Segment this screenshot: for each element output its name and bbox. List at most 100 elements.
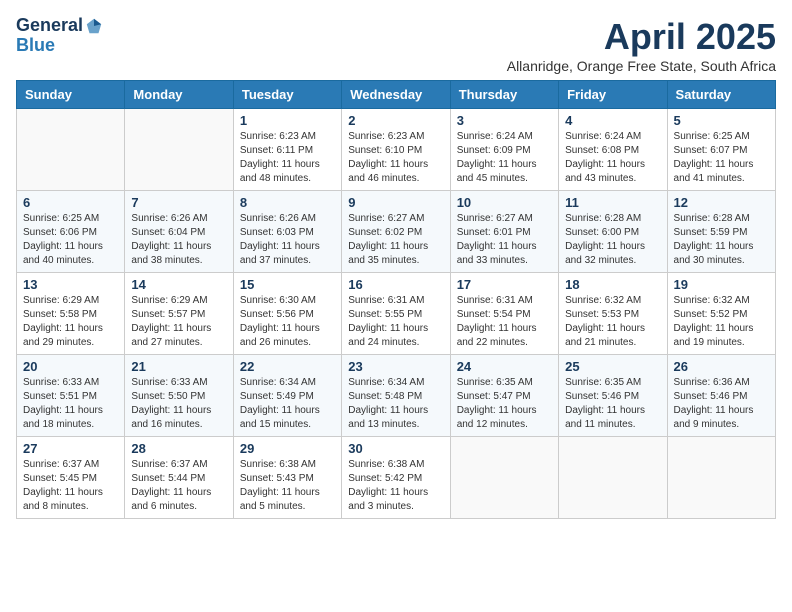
calendar-cell: 12Sunrise: 6:28 AMSunset: 5:59 PMDayligh… — [667, 191, 775, 273]
calendar-cell — [450, 437, 558, 519]
day-number: 2 — [348, 113, 443, 128]
day-number: 24 — [457, 359, 552, 374]
day-number: 11 — [565, 195, 660, 210]
day-info-line: Sunset: 6:02 PM — [348, 227, 422, 238]
calendar-cell: 20 Sunrise: 6:33 AMSunset: 5:51 PMDayligh… — [17, 355, 125, 437]
logo-icon — [85, 17, 103, 35]
day-number: 16 — [348, 277, 443, 292]
day-info-line: Sunset: 5:56 PM — [240, 309, 314, 320]
day-info: Sunrise: 6:28 AMSunset: 6:00 PMDaylight:… — [565, 212, 660, 268]
day-info-line: Daylight: 11 hours and 8 minutes. — [23, 487, 103, 512]
day-info-line: Daylight: 11 hours and 40 minutes. — [23, 241, 103, 266]
header-thursday: Thursday — [450, 81, 558, 109]
day-number: 25 — [565, 359, 660, 374]
logo-text: General — [16, 16, 83, 36]
day-info-line: Sunset: 5:45 PM — [23, 473, 97, 484]
day-info: Sunrise: 6:24 AM Sunset: 6:09 PM Daylight:… — [457, 130, 552, 186]
calendar-cell: 5 Sunrise: 6:25 AMSunset: 6:07 PMDaylight… — [667, 109, 775, 191]
day-info: Sunrise: 6:29 AMSunset: 5:58 PMDaylight:… — [23, 294, 118, 350]
calendar-cell: 17Sunrise: 6:31 AMSunset: 5:54 PMDayligh… — [450, 273, 558, 355]
day-info-line: Sunset: 5:55 PM — [348, 309, 422, 320]
day-number: 14 — [131, 277, 226, 292]
day-info-line: Sunrise: 6:24 AM — [457, 131, 533, 142]
day-number: 17 — [457, 277, 552, 292]
day-info-line: Daylight: 11 hours and 45 minutes. — [457, 159, 537, 184]
day-info-line: Daylight: 11 hours and 46 minutes. — [348, 159, 428, 184]
day-info-line: Sunrise: 6:36 AM — [674, 377, 750, 388]
day-info-line: Sunrise: 6:34 AM — [240, 377, 316, 388]
day-number: 7 — [131, 195, 226, 210]
header-monday: Monday — [125, 81, 233, 109]
day-info-line: Sunrise: 6:24 AM — [565, 131, 641, 142]
calendar-cell: 14Sunrise: 6:29 AMSunset: 5:57 PMDayligh… — [125, 273, 233, 355]
calendar-cell: 30Sunrise: 6:38 AMSunset: 5:42 PMDayligh… — [342, 437, 450, 519]
day-info-line: Sunrise: 6:28 AM — [674, 213, 750, 224]
calendar-cell: 7Sunrise: 6:26 AMSunset: 6:04 PMDaylight… — [125, 191, 233, 273]
day-info: Sunrise: 6:38 AMSunset: 5:43 PMDaylight:… — [240, 458, 335, 514]
logo: General Blue — [16, 16, 103, 56]
day-number: 8 — [240, 195, 335, 210]
day-info-line: Daylight: 11 hours and 27 minutes. — [131, 323, 211, 348]
calendar-cell: 9Sunrise: 6:27 AMSunset: 6:02 PMDaylight… — [342, 191, 450, 273]
day-info-line: Daylight: 11 hours and 26 minutes. — [240, 323, 320, 348]
day-info-line: Sunrise: 6:31 AM — [348, 295, 424, 306]
day-info-line: Sunset: 5:44 PM — [131, 473, 205, 484]
day-info-line: Daylight: 11 hours and 3 minutes. — [348, 487, 428, 512]
day-number: 5 — [674, 113, 769, 128]
page-header: General Blue April 2025 Allanridge, Oran… — [16, 16, 776, 74]
calendar-cell: 1Sunrise: 6:23 AMSunset: 6:11 PMDaylight… — [233, 109, 341, 191]
day-info-line: Daylight: 11 hours and 11 minutes. — [565, 405, 645, 430]
calendar-week-5: 27Sunrise: 6:37 AMSunset: 5:45 PMDayligh… — [17, 437, 776, 519]
day-info-line: Sunrise: 6:23 AM — [240, 131, 316, 142]
calendar-week-3: 13Sunrise: 6:29 AMSunset: 5:58 PMDayligh… — [17, 273, 776, 355]
day-number: 10 — [457, 195, 552, 210]
day-info: Sunrise: 6:37 AM Sunset: 5:45 PM Daylight:… — [23, 458, 118, 514]
day-info: Sunrise: 6:34 AMSunset: 5:48 PMDaylight:… — [348, 376, 443, 432]
day-info-line: Sunset: 5:46 PM — [674, 391, 748, 402]
day-info: Sunrise: 6:37 AMSunset: 5:44 PMDaylight:… — [131, 458, 226, 514]
day-info: Sunrise: 6:25 AMSunset: 6:07 PMDaylight:… — [674, 130, 769, 186]
day-info-line: Sunset: 6:09 PM — [457, 145, 531, 156]
day-info: Sunrise: 6:32 AMSunset: 5:53 PMDaylight:… — [565, 294, 660, 350]
calendar-cell: 10Sunrise: 6:27 AMSunset: 6:01 PMDayligh… — [450, 191, 558, 273]
day-info: Sunrise: 6:33 AMSunset: 5:51 PMDaylight:… — [23, 376, 118, 432]
day-info-line: Daylight: 11 hours and 22 minutes. — [457, 323, 537, 348]
day-info-line: Daylight: 11 hours and 19 minutes. — [674, 323, 754, 348]
calendar-cell: 6Sunrise: 6:25 AMSunset: 6:06 PMDaylight… — [17, 191, 125, 273]
day-info-line: Sunset: 5:49 PM — [240, 391, 314, 402]
day-info-line: Sunrise: 6:34 AM — [348, 377, 424, 388]
day-info: Sunrise: 6:31 AMSunset: 5:55 PMDaylight:… — [348, 294, 443, 350]
day-info-line: Daylight: 11 hours and 6 minutes. — [131, 487, 211, 512]
calendar-table: Sunday Monday Tuesday Wednesday Thursday… — [16, 80, 776, 519]
header-tuesday: Tuesday — [233, 81, 341, 109]
day-info-line: Sunset: 6:06 PM — [23, 227, 97, 238]
calendar-cell: 29 Sunrise: 6:38 AMSunset: 5:43 PMDayligh… — [233, 437, 341, 519]
day-number: 23 — [348, 359, 443, 374]
header-saturday: Saturday — [667, 81, 775, 109]
calendar-cell: 26Sunrise: 6:36 AMSunset: 5:46 PMDayligh… — [667, 355, 775, 437]
day-number: 29 — [240, 441, 335, 456]
day-info-line: Daylight: 11 hours and 32 minutes. — [565, 241, 645, 266]
day-info: Sunrise: 6:23 AMSunset: 6:10 PMDaylight:… — [348, 130, 443, 186]
day-info-line: Sunrise: 6:25 AM — [23, 213, 99, 224]
calendar-cell: 8Sunrise: 6:26 AMSunset: 6:03 PMDaylight… — [233, 191, 341, 273]
day-info: Sunrise: 6:30 AMSunset: 5:56 PMDaylight:… — [240, 294, 335, 350]
day-info-line: Sunset: 5:46 PM — [565, 391, 639, 402]
day-info-line: Daylight: 11 hours and 30 minutes. — [674, 241, 754, 266]
day-info-line: Sunset: 5:48 PM — [348, 391, 422, 402]
day-number: 20 — [23, 359, 118, 374]
day-info: Sunrise: 6:36 AMSunset: 5:46 PMDaylight:… — [674, 376, 769, 432]
logo-subtext: Blue — [16, 36, 55, 56]
day-number: 15 — [240, 277, 335, 292]
calendar-cell — [559, 437, 667, 519]
day-info: Sunrise: 6:34 AM Sunset: 5:49 PM Daylight:… — [240, 376, 335, 432]
header-wednesday: Wednesday — [342, 81, 450, 109]
day-info-line: Daylight: 11 hours and 15 minutes. — [240, 405, 320, 430]
day-info: Sunrise: 6:35 AMSunset: 5:46 PMDaylight:… — [565, 376, 660, 432]
day-info-line: Sunset: 6:07 PM — [674, 145, 748, 156]
day-number: 26 — [674, 359, 769, 374]
day-info-line: Daylight: 11 hours and 12 minutes. — [457, 405, 537, 430]
day-info-line: Sunrise: 6:26 AM — [131, 213, 207, 224]
day-info-line: Sunset: 6:04 PM — [131, 227, 205, 238]
day-info-line: Sunrise: 6:37 AM — [23, 459, 99, 470]
